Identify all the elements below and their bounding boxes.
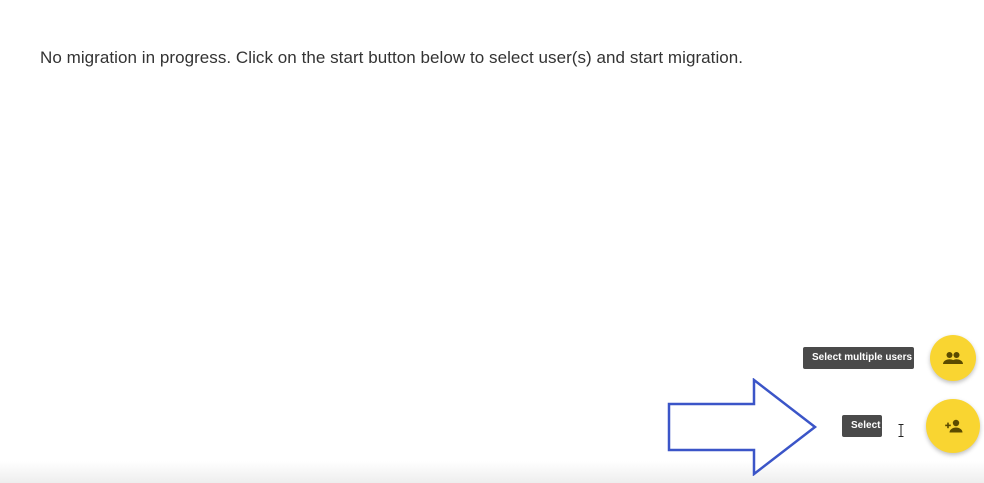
select-multiple-users-tooltip: Select multiple users: [803, 347, 914, 369]
annotation-arrow-icon: [667, 378, 818, 476]
select-user-button[interactable]: [926, 399, 980, 453]
page: No migration in progress. Click on the s…: [0, 0, 984, 483]
person-add-icon: [945, 419, 963, 433]
select-user-tooltip: Select user: [842, 415, 882, 437]
bottom-shade: [0, 461, 984, 483]
select-multiple-users-button[interactable]: [930, 335, 976, 381]
group-icon: [943, 352, 963, 364]
no-migration-message: No migration in progress. Click on the s…: [40, 48, 744, 67]
text-cursor-icon: [898, 424, 904, 437]
